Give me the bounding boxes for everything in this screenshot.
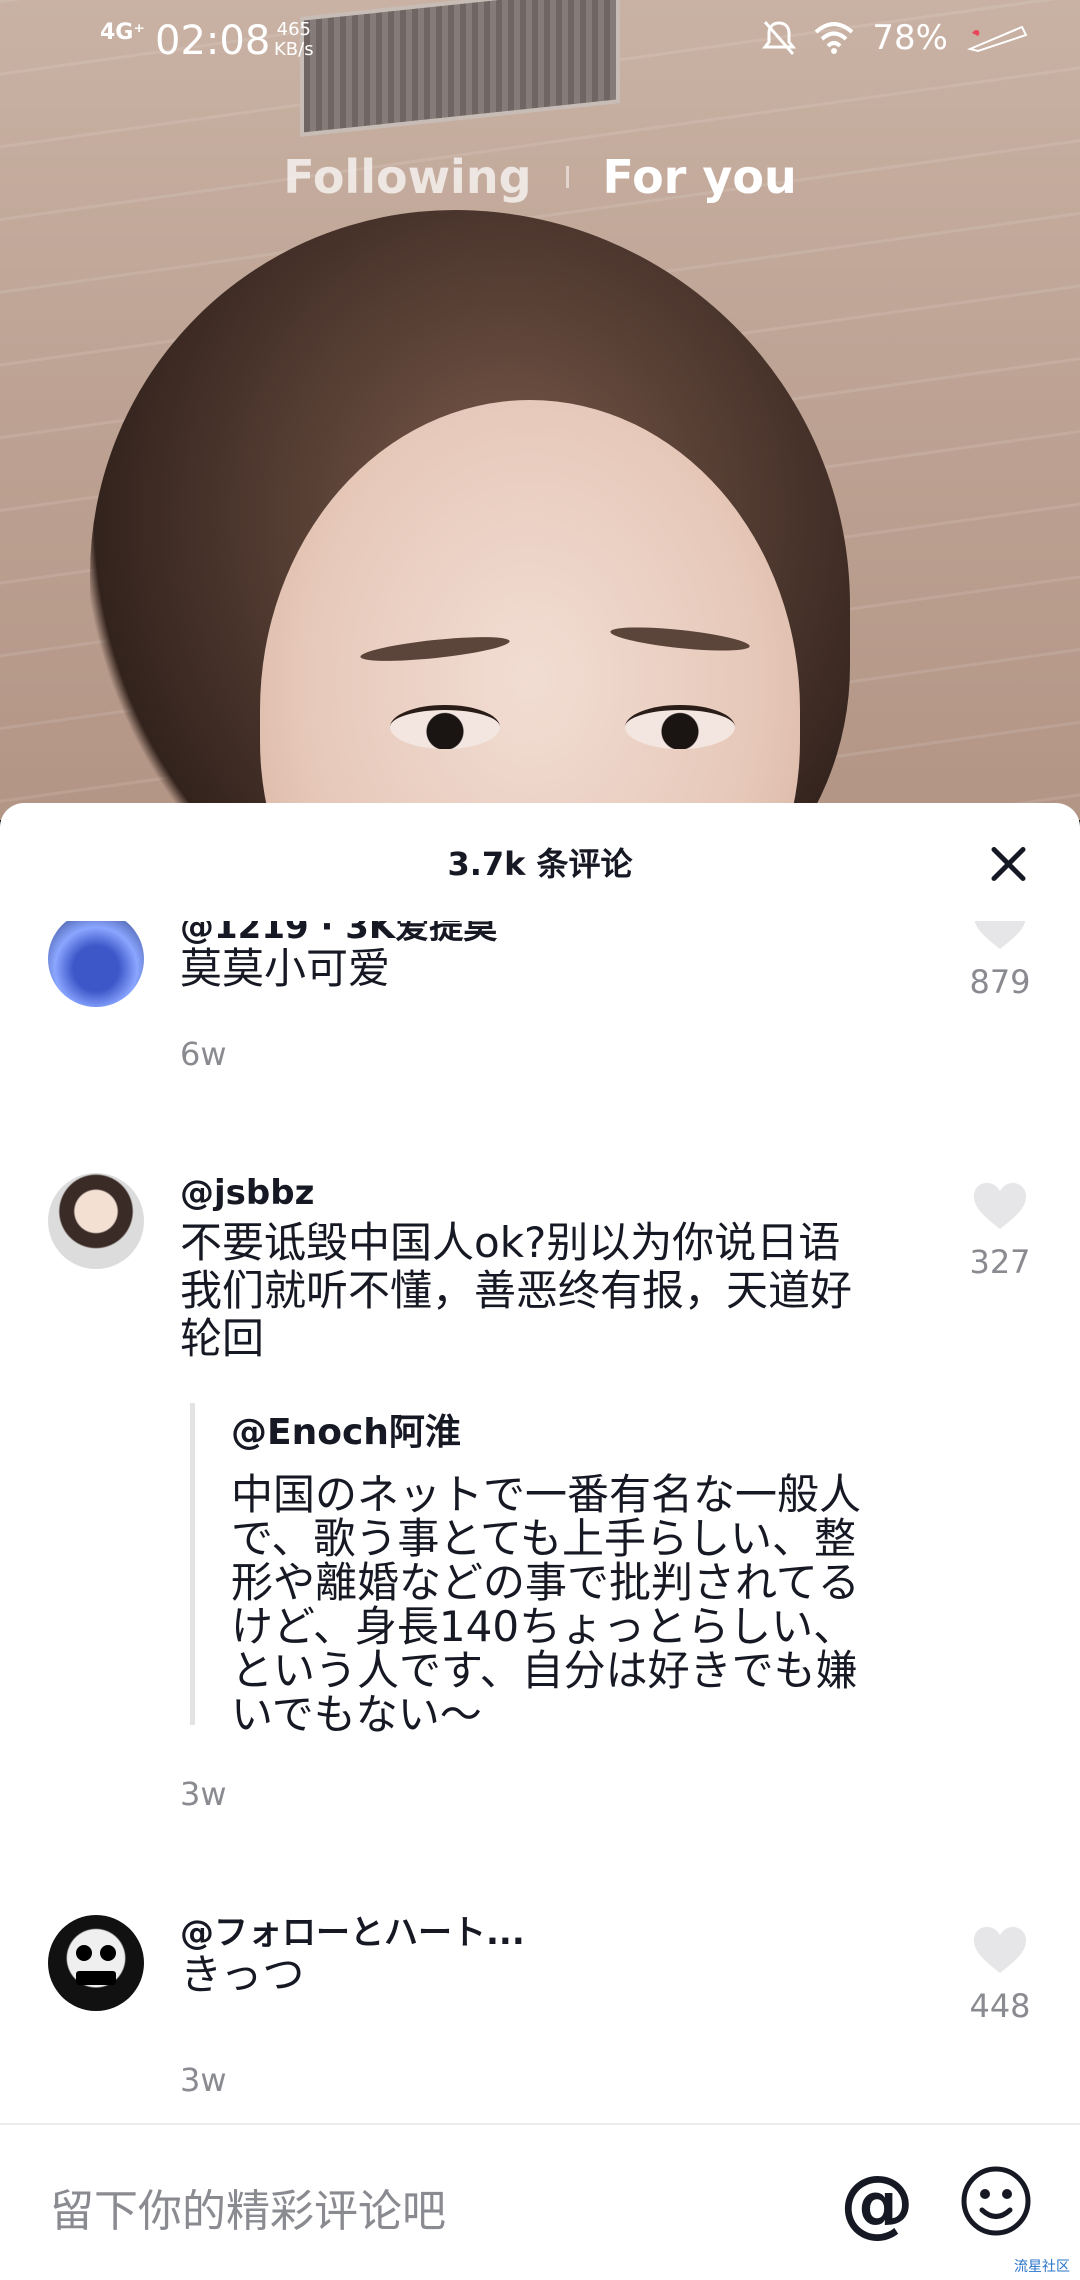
reply-username[interactable]: @Enoch阿淮: [231, 1403, 880, 1455]
reply-text: 中国のネットで一番有名な一般人で、歌う事とても上手らしい、整形や離婚などの事で批…: [231, 1470, 862, 1739]
heart-icon: [974, 1927, 1026, 1973]
avatar[interactable]: [48, 921, 144, 1007]
status-bar: 4G⁺ 02:08 465 KB/s 78%: [0, 0, 1080, 84]
like-button[interactable]: 448: [960, 1925, 1040, 2025]
network-speed: 465 KB/s: [274, 20, 314, 60]
network-speed-unit: KB/s: [274, 39, 314, 60]
close-icon[interactable]: [986, 843, 1030, 887]
comment-username[interactable]: @フォローとハート...: [180, 1905, 525, 1954]
comments-list[interactable]: @1219 · 3K爱提莫 莫莫小可爱 6w 879 @jsbbz 不要诋毁中国…: [0, 921, 1080, 2126]
avatar[interactable]: [48, 1173, 144, 1269]
comment-time: 3w: [180, 1775, 227, 1813]
avatar-eye: [76, 1945, 92, 1961]
like-button[interactable]: 879: [960, 921, 1040, 1001]
comment-text: 不要诋毁中国人ok?别以为你说日语我们就听不懂，善恶终有报，天道好轮回: [180, 1218, 853, 1363]
comment-time: 6w: [180, 1035, 227, 1073]
tab-following[interactable]: Following: [283, 150, 531, 204]
tab-divider: [565, 166, 569, 188]
feed-tabs: Following For you: [0, 150, 1080, 204]
signal-indicator: 4G⁺: [100, 20, 145, 45]
comment-input-bar: 留下你的精彩评论吧 @ 流星社区: [0, 2123, 1080, 2280]
avatar[interactable]: [48, 1915, 144, 2011]
watermark: 流星社区: [1014, 2259, 1070, 2275]
avatar-mouth: [76, 1971, 116, 1985]
comments-header: 3.7k 条评论: [0, 803, 1080, 921]
reply-quote: @Enoch阿淮 中国のネットで一番有名な一般人で、歌う事とても上手らしい、整形…: [190, 1403, 880, 1737]
network-speed-value: 465: [276, 19, 311, 40]
heart-icon: [974, 921, 1026, 949]
emoji-icon[interactable]: [960, 2165, 1032, 2237]
comment-item: @フォローとハート... きっつ 3w 448: [0, 1905, 1080, 2105]
comments-panel: 3.7k 条评论 @1219 · 3K爱提莫 莫莫小可爱 6w 879 @jsb…: [0, 803, 1080, 2280]
avatar-eye: [100, 1945, 116, 1961]
video-subject-eye-right: [625, 705, 735, 749]
comment-text: きっつ: [180, 1950, 305, 1999]
bell-muted-icon: [762, 21, 797, 55]
heart-icon: [974, 1183, 1026, 1229]
like-button[interactable]: 327: [960, 1181, 1040, 1281]
status-icons: 78%: [762, 18, 1030, 58]
battery-icon: [966, 25, 1028, 53]
comment-time: 3w: [180, 2061, 227, 2099]
comment-item: @1219 · 3K爱提莫 莫莫小可爱 6w 879: [0, 921, 1080, 1089]
comment-input[interactable]: 留下你的精彩评论吧: [50, 2175, 446, 2239]
video-player[interactable]: [0, 0, 1080, 820]
like-count: 879: [969, 963, 1031, 1001]
comment-item: @jsbbz 不要诋毁中国人ok?别以为你说日语我们就听不懂，善恶终有报，天道好…: [0, 1173, 1080, 1853]
like-count: 327: [969, 1243, 1031, 1281]
tab-for-you[interactable]: For you: [603, 150, 797, 204]
comments-title: 3.7k 条评论: [447, 845, 633, 883]
like-count: 448: [969, 1987, 1031, 2025]
comment-text: 莫莫小可爱: [180, 944, 391, 993]
wifi-icon: [815, 22, 854, 54]
comment-username[interactable]: @jsbbz: [180, 1173, 314, 1213]
video-subject-eye-left: [390, 705, 500, 749]
clock: 02:08: [155, 18, 271, 64]
mention-at-icon[interactable]: @: [840, 2163, 914, 2243]
battery-percent: 78%: [872, 18, 948, 58]
